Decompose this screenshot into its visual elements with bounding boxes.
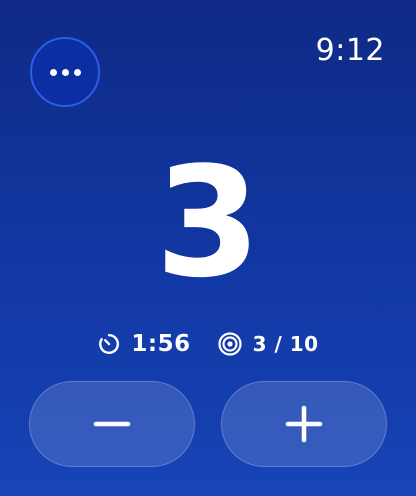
elapsed-time-stat: 1:56 <box>97 331 190 357</box>
decrement-button[interactable] <box>29 381 195 467</box>
elapsed-time: 1:56 <box>131 331 191 357</box>
stats-row: 1:56 3 / 10 <box>0 328 416 360</box>
increment-button[interactable] <box>221 381 387 467</box>
rounds-count: 3 / 10 <box>252 332 319 356</box>
minus-icon <box>93 421 131 427</box>
target-icon <box>218 332 242 356</box>
plus-icon <box>285 405 323 443</box>
timer-icon <box>99 333 120 354</box>
rounds-stat: 3 / 10 <box>217 331 319 357</box>
status-time: 9:12 <box>315 33 385 68</box>
more-options-button[interactable] <box>30 37 100 107</box>
ellipsis-icon <box>73 68 81 76</box>
counter-value: 3 <box>155 134 261 311</box>
ellipsis-icon <box>61 68 69 76</box>
ellipsis-icon <box>49 68 57 76</box>
